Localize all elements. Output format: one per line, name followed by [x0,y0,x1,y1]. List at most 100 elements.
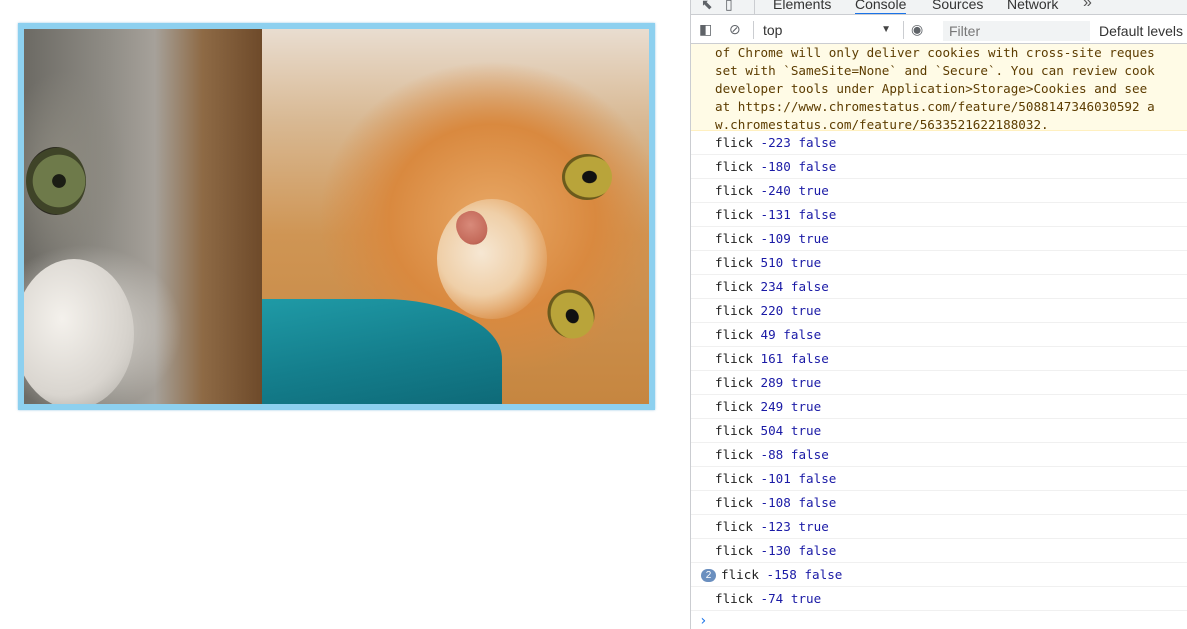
context-selector[interactable]: top ▼ [757,20,897,40]
filter-input[interactable] [943,21,1090,41]
clear-console-icon[interactable]: ⊘ [729,21,741,38]
log-label: flick [715,231,753,246]
log-number-value: -109 [760,231,791,246]
log-label: flick [715,591,753,606]
log-number-value: -101 [760,471,791,486]
chevron-down-icon: ▼ [881,24,891,35]
warning-line: of Chrome will only deliver cookies with… [715,45,1155,60]
log-number-value: 161 [760,351,784,366]
log-boolean-value: true [798,183,829,198]
log-boolean-value: false [798,207,837,222]
log-number-value: -108 [760,495,791,510]
log-boolean-value: false [783,327,822,342]
console-log-row: flick 249 true [691,395,1187,419]
log-boolean-value: true [790,399,822,414]
log-number-value: -88 [760,447,784,462]
log-number-value: -130 [760,543,791,558]
log-number-value: -131 [760,207,791,222]
console-log-row: flick -131 false [691,203,1187,227]
log-boolean-value: false [804,567,843,582]
inspect-element-icon[interactable]: ⬉ [701,0,713,13]
log-number-value: 49 [760,327,776,342]
console-log-row: flick 161 false [691,347,1187,371]
console-log-row: flick 510 true [691,251,1187,275]
log-label: flick [715,471,753,486]
console-toolbar: ◧ ⊘ top ▼ ◉ Default levels [691,16,1187,44]
console-log-row: flick 49 false [691,323,1187,347]
tabby-cat-eye [26,147,86,215]
console-log-row: flick -74 true [691,587,1187,611]
log-boolean-value: false [790,279,829,294]
log-boolean-value: false [790,447,829,462]
log-label: flick [715,399,753,414]
log-boolean-value: false [798,471,837,486]
log-label: flick [715,207,753,222]
console-log-row: flick 289 true [691,371,1187,395]
log-label: flick [715,135,753,150]
log-boolean-value: false [798,135,837,150]
console-log-row: flick -130 false [691,539,1187,563]
log-number-value: -240 [760,183,791,198]
log-boolean-value: false [798,159,837,174]
log-label: flick [715,159,753,174]
console-log-row: flick -109 true [691,227,1187,251]
log-number-value: -74 [760,591,784,606]
console-log-row: flick -223 false [691,131,1187,155]
log-number-value: -158 [766,567,797,582]
ginger-cat-muzzle [437,199,547,319]
context-value: top [763,22,783,38]
console-log-row: flick -108 false [691,491,1187,515]
teal-blanket [262,299,502,404]
log-boolean-value: true [790,375,822,390]
sidebar-toggle-icon[interactable]: ◧ [699,21,712,38]
log-boolean-value: false [790,351,829,366]
console-log-row: flick 220 true [691,299,1187,323]
warning-line-link[interactable]: w.chromestatus.com/feature/5633521622188… [715,117,1049,130]
tabby-cat-muzzle [24,259,134,404]
console-log-row: 2 flick -158 false [691,563,1187,587]
log-boolean-value: false [798,495,837,510]
console-output[interactable]: of Chrome will only deliver cookies with… [691,44,1187,629]
eye-icon[interactable]: ◉ [911,21,923,38]
warning-line: developer tools under Application>Storag… [715,81,1148,96]
console-prompt[interactable]: › [691,611,1187,629]
cookie-warning-message: of Chrome will only deliver cookies with… [691,44,1187,131]
tab-network[interactable]: Network [1007,0,1058,12]
console-log-row: flick -123 true [691,515,1187,539]
ginger-cat-eye [562,154,612,200]
log-label: flick [715,351,753,366]
console-log-row: flick -101 false [691,467,1187,491]
log-number-value: -223 [760,135,791,150]
log-number-value: 510 [760,255,784,270]
more-tabs-icon[interactable]: » [1083,0,1092,12]
log-boolean-value: true [790,423,822,438]
devtools-tab-bar: ⬉ ▯ Elements Console Sources Network » [691,0,1187,15]
log-levels-dropdown[interactable]: Default levels [1099,23,1183,39]
warning-line-link[interactable]: at https://www.chromestatus.com/feature/… [715,99,1155,114]
log-label: flick [715,543,753,558]
log-boolean-value: true [790,591,822,606]
tab-sources[interactable]: Sources [932,0,983,12]
log-boolean-value: true [790,303,822,318]
device-toolbar-icon[interactable]: ▯ [725,0,733,13]
log-number-value: -180 [760,159,791,174]
log-number-value: 249 [760,399,784,414]
log-label: flick [715,183,753,198]
console-log-row: flick 234 false [691,275,1187,299]
log-number-value: 504 [760,423,784,438]
tab-console[interactable]: Console [855,0,907,14]
log-label: flick [715,255,753,270]
console-log-row: flick -240 true [691,179,1187,203]
log-label: flick [715,375,753,390]
warning-line: set with `SameSite=None` and `Secure`. Y… [715,63,1155,78]
log-boolean-value: true [798,519,829,534]
log-label: flick [721,567,759,582]
tab-elements[interactable]: Elements [773,0,831,12]
image-carousel[interactable] [18,23,655,410]
log-number-value: 289 [760,375,784,390]
log-label: flick [715,303,753,318]
console-log-row: flick -180 false [691,155,1187,179]
log-boolean-value: false [798,543,837,558]
ginger-cat-eye [538,280,604,348]
log-label: flick [715,447,753,462]
